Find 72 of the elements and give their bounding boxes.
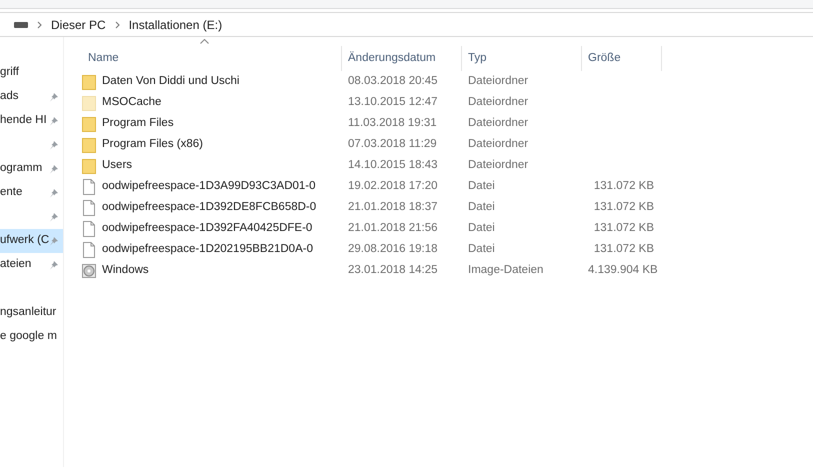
file-icon bbox=[82, 242, 96, 258]
file-date: 13.10.2015 12:47 bbox=[347, 94, 439, 110]
pin-icon bbox=[49, 140, 59, 150]
column-header[interactable]: Größe bbox=[582, 46, 662, 71]
file-date: 14.10.2015 18:43 bbox=[347, 158, 439, 173]
file-date: 08.03.2018 20:45 bbox=[347, 74, 439, 89]
breadcrumb-item[interactable]: Dieser PC bbox=[51, 16, 106, 34]
chevron-icon bbox=[114, 20, 120, 28]
folder-icon bbox=[82, 158, 96, 174]
file-type: Dateiordner bbox=[467, 94, 530, 110]
file-type: Dateiordner bbox=[467, 116, 530, 131]
file-size: 131.072 KB bbox=[592, 242, 655, 257]
file-type: Datei bbox=[467, 242, 496, 257]
file-name[interactable]: Daten Von Diddi und Uschi bbox=[96, 72, 240, 90]
nav-item[interactable]: ateien bbox=[0, 256, 32, 274]
file-date: 19.02.2018 17:20 bbox=[347, 178, 439, 194]
file-name[interactable]: oodwipefreespace-1D3A99D93C3AD01-0 bbox=[96, 178, 316, 196]
file-date: 07.03.2018 11:29 bbox=[347, 136, 438, 152]
file-name[interactable]: Windows bbox=[96, 262, 149, 280]
chevron-icon bbox=[37, 20, 42, 28]
nav-item[interactable]: hende HI bbox=[0, 112, 47, 130]
file-name[interactable]: Users bbox=[96, 156, 132, 174]
file-type: Image-Dateien bbox=[467, 262, 544, 278]
file-name[interactable]: Program Files bbox=[96, 114, 174, 132]
file-type: Datei bbox=[467, 200, 496, 215]
nav-item[interactable]: ads bbox=[0, 88, 19, 106]
file-type: Dateiordner bbox=[467, 158, 530, 173]
address-bar[interactable]: Dieser PC Installationen (E:) bbox=[0, 12, 813, 37]
folder-icon bbox=[82, 136, 96, 152]
file-date: 21.01.2018 21:56 bbox=[347, 220, 439, 236]
column-header[interactable]: Typ bbox=[462, 46, 582, 71]
column-header[interactable]: Name bbox=[82, 46, 342, 71]
file-icon bbox=[82, 200, 96, 216]
file-icon bbox=[82, 220, 96, 236]
pin-icon bbox=[49, 92, 59, 102]
pin-icon bbox=[49, 188, 59, 198]
pin-icon bbox=[49, 212, 59, 222]
nav-item[interactable]: griff bbox=[0, 64, 19, 82]
pin-icon bbox=[49, 236, 60, 246]
nav-item[interactable]: e google m bbox=[0, 328, 57, 346]
file-type: Datei bbox=[467, 178, 496, 194]
pin-icon bbox=[49, 260, 59, 270]
nav-item[interactable]: ogramm bbox=[0, 160, 42, 178]
nav-item[interactable]: ente bbox=[0, 184, 22, 202]
file-name[interactable]: oodwipefreespace-1D202195BB21D0A-0 bbox=[96, 240, 313, 258]
folder-icon bbox=[82, 116, 96, 132]
folder-icon bbox=[82, 74, 96, 90]
pin-icon bbox=[49, 116, 59, 126]
drive-icon bbox=[14, 22, 28, 28]
pin-icon bbox=[49, 164, 59, 174]
column-header[interactable]: Änderungsdatum bbox=[342, 46, 462, 71]
file-size: 131.072 KB bbox=[592, 200, 655, 215]
file-date: 21.01.2018 18:37 bbox=[347, 200, 439, 215]
file-size: 131.072 KB bbox=[592, 178, 655, 194]
file-date: 29.08.2016 19:18 bbox=[347, 242, 439, 257]
disc-image-icon bbox=[82, 262, 96, 278]
file-date: 11.03.2018 19:31 bbox=[347, 116, 438, 131]
file-type: Dateiordner bbox=[467, 136, 530, 152]
file-date: 23.01.2018 14:25 bbox=[347, 262, 439, 278]
nav-item[interactable]: ngsanleitur bbox=[0, 304, 56, 322]
file-name[interactable]: MSOCache bbox=[96, 94, 162, 112]
file-name[interactable]: oodwipefreespace-1D392FA40425DFE-0 bbox=[96, 220, 312, 238]
file-size: 4.139.904 KB bbox=[587, 262, 659, 278]
nav-item[interactable]: ufwerk (C bbox=[0, 232, 50, 250]
file-name[interactable]: Program Files (x86) bbox=[96, 136, 203, 154]
file-type: Datei bbox=[467, 220, 496, 236]
file-type: Dateiordner bbox=[467, 74, 530, 89]
nav-item-selected[interactable]: ufwerk (C bbox=[0, 229, 63, 253]
file-size: 131.072 KB bbox=[592, 220, 655, 236]
file-name[interactable]: oodwipefreespace-1D392DE8FCB658D-0 bbox=[96, 198, 316, 216]
breadcrumb-item[interactable]: Installationen (E:) bbox=[128, 16, 222, 34]
file-icon bbox=[82, 178, 96, 194]
